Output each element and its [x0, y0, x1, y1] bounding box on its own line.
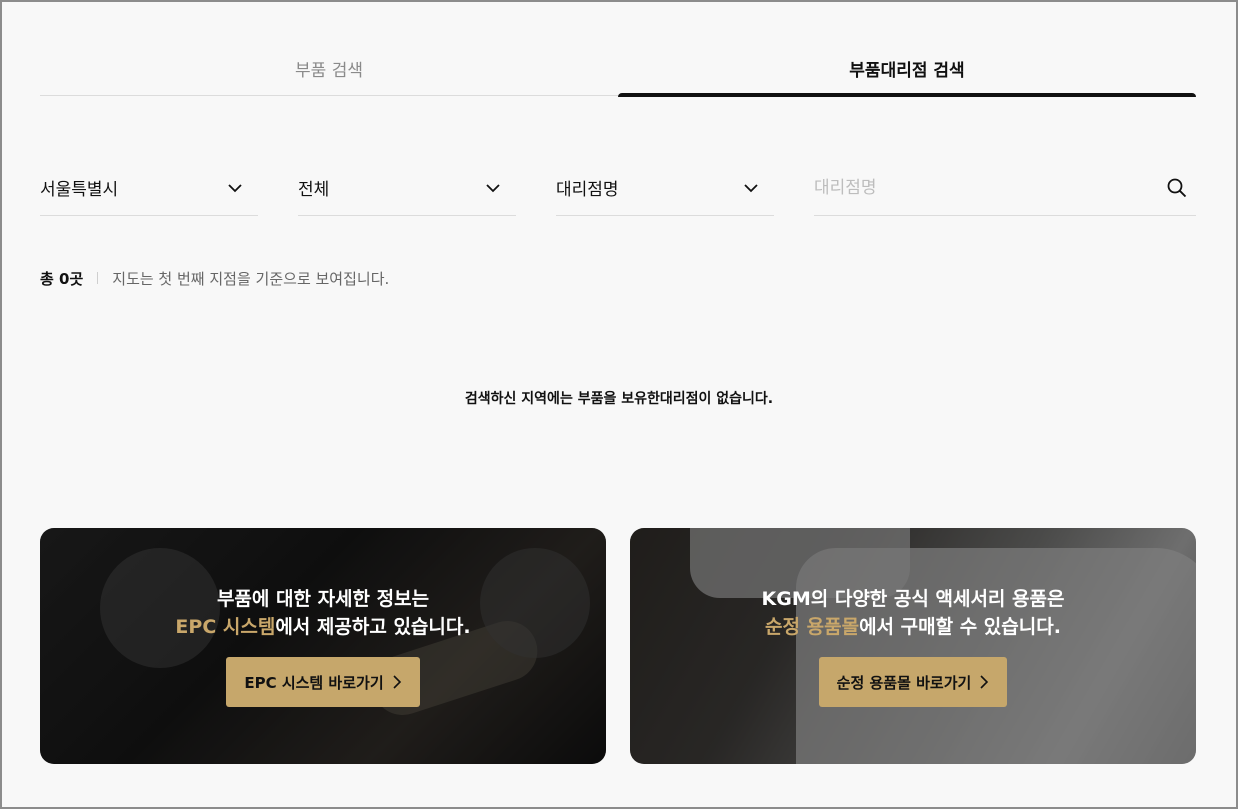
chevron-down-icon [228, 183, 242, 192]
banner-content: KGM의 다양한 공식 액세서리 용품은 순정 용품몰에서 구매할 수 있습니다… [761, 585, 1065, 707]
chevron-right-icon [980, 675, 989, 689]
epc-system-button-label: EPC 시스템 바로가기 [244, 673, 384, 692]
result-summary: 총 0곳 지도는 첫 번째 지점을 기준으로 보여집니다. [40, 266, 389, 290]
banner-line-2-rest: 에서 구매할 수 있습니다. [859, 616, 1061, 638]
banner-highlight: 순정 용품몰 [765, 616, 860, 638]
banner-line-2: 순정 용품몰에서 구매할 수 있습니다. [762, 613, 1065, 641]
banner-highlight: EPC 시스템 [175, 616, 276, 638]
region-select-value: 서울특별시 [40, 180, 119, 200]
tab-bar: 부품 검색 부품대리점 검색 [40, 40, 1196, 97]
banner-line-1: KGM의 다양한 공식 액세서리 용품은 [761, 588, 1065, 610]
dealer-search-input[interactable] [814, 167, 1166, 208]
divider [97, 272, 99, 284]
banner-line-2: EPC 시스템에서 제공하고 있습니다. [175, 613, 470, 641]
chevron-right-icon [393, 675, 401, 689]
accessory-mall-button[interactable]: 순정 용품몰 바로가기 [818, 657, 1008, 707]
banner-content: 부품에 대한 자세한 정보는 EPC 시스템에서 제공하고 있습니다. EPC … [175, 585, 471, 707]
epc-system-button[interactable]: EPC 시스템 바로가기 [226, 657, 420, 707]
empty-result-message: 검색하신 지역에는 부품을 보유한대리점이 없습니다. [464, 391, 774, 407]
search-filters: 서울특별시 전체 대리점명 [40, 160, 1196, 216]
chevron-down-icon [744, 183, 758, 192]
tab-dealer-search[interactable]: 부품대리점 검색 [618, 40, 1196, 97]
search-icon[interactable] [1166, 177, 1188, 199]
map-note: 지도는 첫 번째 지점을 기준으로 보여집니다. [112, 269, 390, 288]
dealer-search-field [814, 160, 1196, 216]
epc-banner: 부품에 대한 자세한 정보는 EPC 시스템에서 제공하고 있습니다. EPC … [40, 528, 606, 764]
banner-line-1: 부품에 대한 자세한 정보는 [216, 588, 430, 610]
district-select-value: 전체 [298, 180, 330, 200]
region-select[interactable]: 서울특별시 [40, 160, 258, 216]
accessory-mall-button-label: 순정 용품몰 바로가기 [836, 673, 972, 692]
tab-parts-search[interactable]: 부품 검색 [40, 40, 618, 96]
search-type-select[interactable]: 대리점명 [556, 160, 774, 216]
result-count: 총 0곳 [40, 269, 84, 288]
search-type-select-value: 대리점명 [556, 180, 619, 200]
banner-line-2-rest: 에서 제공하고 있습니다. [275, 616, 471, 638]
district-select[interactable]: 전체 [298, 160, 516, 216]
accessory-mall-banner: KGM의 다양한 공식 액세서리 용품은 순정 용품몰에서 구매할 수 있습니다… [630, 528, 1196, 764]
chevron-down-icon [486, 183, 500, 192]
